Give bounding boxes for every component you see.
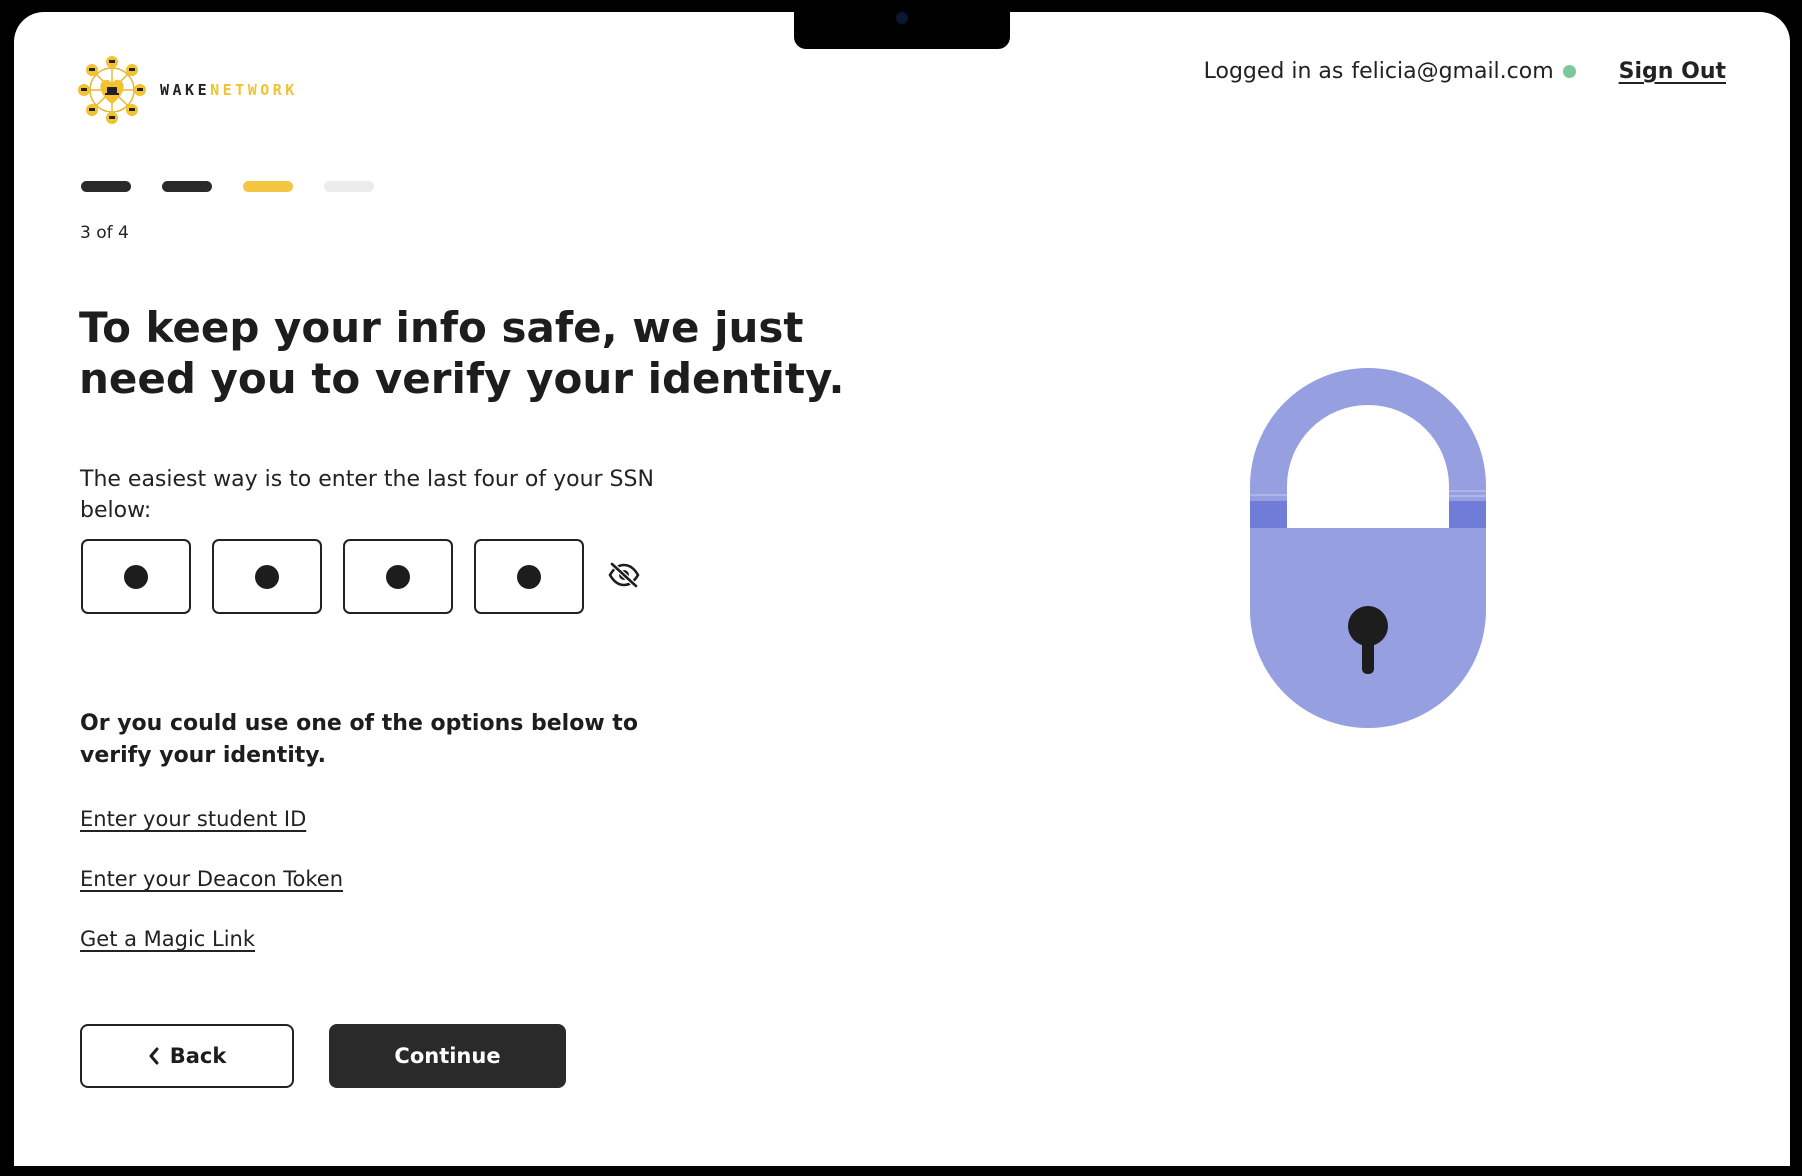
user-session: Logged in as felicia@gmail.com Sign Out: [1204, 59, 1726, 84]
brand-name-part1: WAKE: [160, 81, 211, 99]
step-2-indicator: [162, 181, 212, 192]
back-button-label: Back: [169, 1044, 227, 1068]
progress-steps: [81, 181, 374, 192]
ssn-instructions: The easiest way is to enter the last fou…: [80, 467, 654, 523]
eye-off-icon: [608, 561, 640, 588]
deacon-token-link[interactable]: Enter your Deacon Token: [80, 867, 343, 891]
continue-button-label: Continue: [394, 1044, 501, 1068]
masked-digit: [386, 564, 410, 589]
step-4-indicator: [324, 181, 374, 192]
brand-logo[interactable]: WAKE NETWORK: [74, 52, 298, 128]
continue-button[interactable]: Continue: [329, 1024, 566, 1088]
camera-notch: [794, 0, 1010, 49]
logged-in-label: Logged in as: [1203, 59, 1344, 84]
padlock-icon: [1250, 368, 1486, 728]
step-counter: 3 of 4: [80, 223, 129, 243]
masked-digit: [517, 564, 541, 589]
toggle-visibility-button[interactable]: [608, 561, 640, 592]
padlock-illustration: [1248, 368, 1488, 732]
user-email: felicia@gmail.com: [1351, 59, 1554, 84]
alternative-options-heading: Or you could use one of the options belo…: [80, 711, 638, 768]
ssn-digit-4-input[interactable]: [474, 539, 584, 614]
masked-digit: [124, 564, 148, 589]
app-screen: WAKE NETWORK Logged in as felicia@gmail.…: [14, 12, 1790, 1166]
ssn-digit-3-input[interactable]: [343, 539, 453, 614]
sign-out-link[interactable]: Sign Out: [1619, 59, 1726, 84]
online-status-icon: [1562, 65, 1576, 78]
camera-icon: [896, 12, 908, 24]
step-1-indicator: [81, 181, 131, 192]
back-button[interactable]: Back: [80, 1024, 294, 1088]
student-id-link[interactable]: Enter your student ID: [80, 807, 306, 831]
chevron-left-icon: [149, 1047, 159, 1065]
ssn-digit-2-input[interactable]: [212, 539, 322, 614]
ssn-input-group: [81, 539, 640, 614]
page-title: To keep your info safe, we just need you…: [79, 303, 845, 403]
brand-name-part2: NETWORK: [210, 81, 298, 99]
magic-link-link[interactable]: Get a Magic Link: [80, 927, 255, 951]
brand-wordmark: WAKE NETWORK: [160, 81, 298, 99]
masked-digit: [255, 564, 279, 589]
ssn-digit-1-input[interactable]: [81, 539, 191, 614]
step-3-indicator: [243, 181, 293, 192]
network-hub-icon: [78, 56, 146, 124]
